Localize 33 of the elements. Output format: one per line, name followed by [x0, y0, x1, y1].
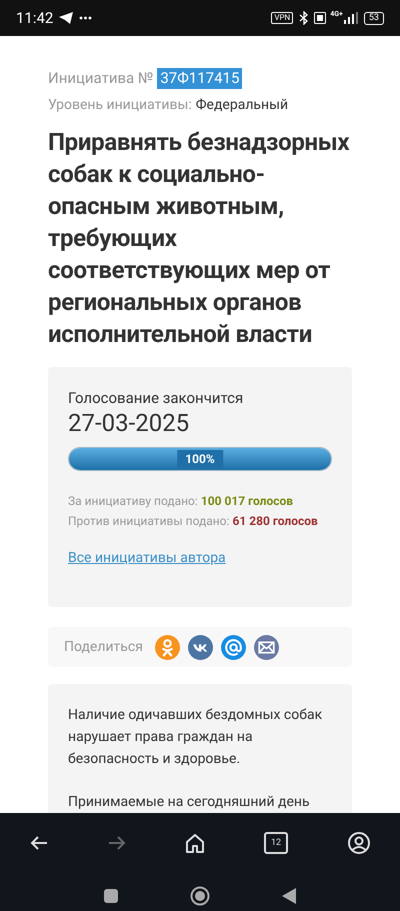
at-sign-icon[interactable]	[220, 634, 246, 660]
bluetooth-icon	[299, 11, 310, 25]
vpn-badge: VPN	[271, 12, 294, 24]
status-time: 11:42	[16, 8, 54, 29]
envelope-icon[interactable]	[254, 634, 279, 660]
account-icon[interactable]	[348, 832, 370, 854]
initiative-number-label: Инициатива №	[48, 68, 154, 89]
votes-against-label: Против инициативы подано:	[68, 513, 230, 530]
voting-end-date: 27-03-2025	[68, 409, 190, 437]
initiative-level-label: Уровень инициативы:	[48, 96, 192, 114]
more-icon	[79, 16, 92, 20]
initiative-title: Приравнять безнадзорных собак к социально-опасным животным, требующих соответствующих мер от региональных органов исполнительной власти	[48, 126, 350, 350]
forward-arrow-icon[interactable]	[108, 835, 126, 851]
tabs-button[interactable]: 12	[264, 832, 288, 854]
signal-icon	[344, 12, 358, 24]
voting-ends-label: Голосование закончится	[68, 388, 244, 408]
votes-for-label: За инициативу подано:	[68, 493, 198, 510]
votes-against-value: 61 280 голосов	[232, 513, 318, 530]
recents-button[interactable]	[104, 889, 118, 903]
home-icon[interactable]	[186, 834, 204, 852]
description-paragraph: Наличие одичавших бездомных собак нарушает права граждан на безопасность и здоровье.	[68, 706, 324, 769]
share-label: Поделиться	[64, 638, 143, 656]
votes-for-value: 100 017 голосов	[200, 493, 294, 510]
description-paragraph: Принимаемые на сегодняшний день	[68, 793, 311, 812]
progress-label: 100%	[177, 450, 223, 468]
home-button[interactable]	[190, 886, 210, 906]
battery-indicator: 53	[364, 12, 384, 24]
paper-plane-icon	[59, 12, 74, 24]
initiative-level-value: Федеральный	[196, 96, 288, 114]
vk-icon[interactable]	[188, 634, 213, 660]
back-button[interactable]	[282, 888, 296, 904]
initiative-number: 37Ф117415	[157, 68, 242, 89]
back-arrow-icon[interactable]	[30, 835, 48, 851]
